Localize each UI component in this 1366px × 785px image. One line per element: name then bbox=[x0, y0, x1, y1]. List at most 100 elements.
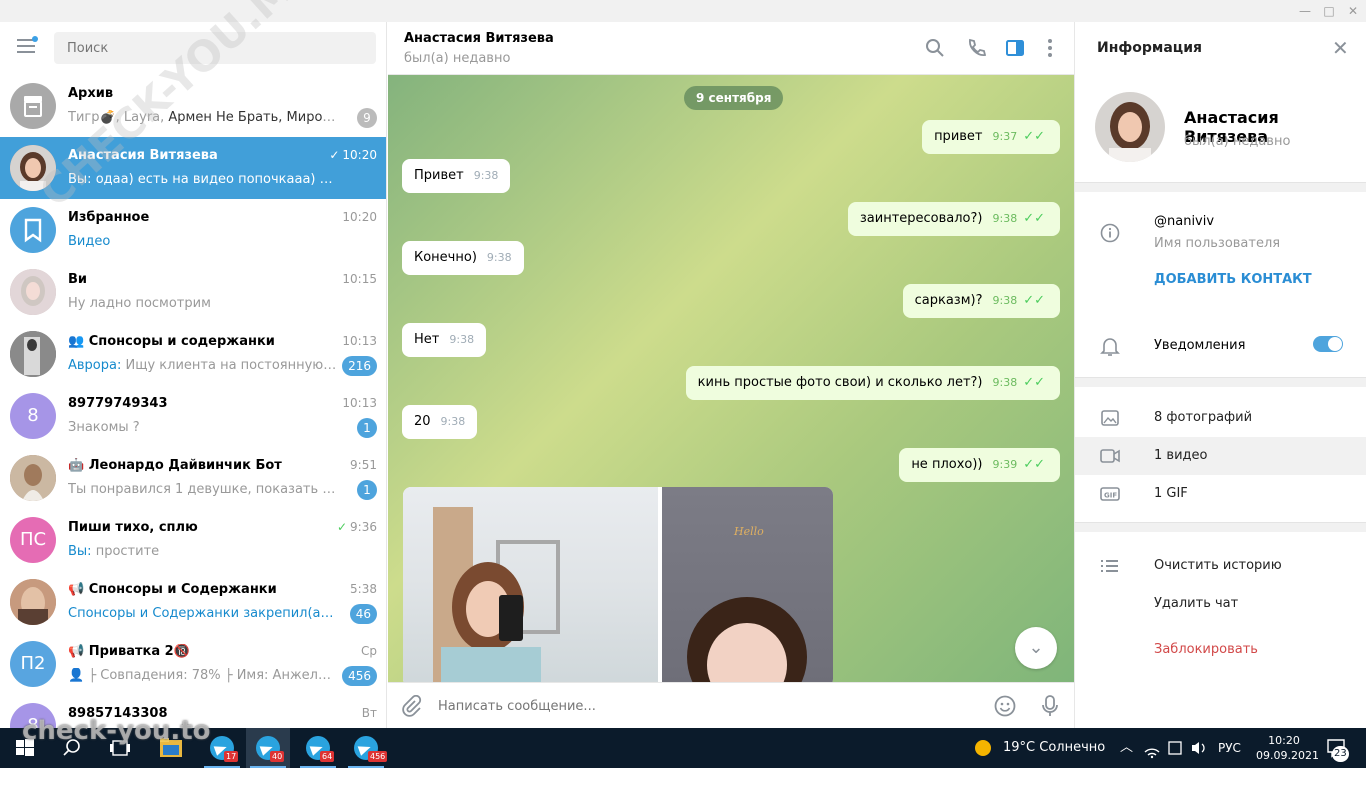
bot-icon: 🤖 bbox=[68, 458, 89, 473]
chat-item-pishi-tiho[interactable]: ПС Пиши тихо, сплю ✓ 9:36 Вы: простите bbox=[0, 509, 386, 571]
close-icon[interactable]: ✕ bbox=[1332, 36, 1349, 60]
message-incoming[interactable]: Конечно) 9:38 bbox=[402, 241, 524, 275]
chat-name: 🤖 Леонардо Дайвинчик Бот bbox=[68, 458, 282, 473]
message-incoming[interactable]: 20 9:38 bbox=[402, 405, 478, 439]
chat-name: 89779749343 bbox=[68, 396, 168, 411]
more-options-icon[interactable] bbox=[1040, 38, 1060, 58]
composer bbox=[388, 682, 1074, 728]
chat-title[interactable]: Анастасия Витязева bbox=[404, 31, 554, 46]
archive-icon bbox=[10, 83, 56, 129]
videos-row[interactable]: 1 видео bbox=[1075, 437, 1366, 475]
username[interactable]: @naniviv bbox=[1154, 214, 1214, 229]
chat-time: 9:51 bbox=[350, 458, 377, 472]
taskbar-badge: 17 bbox=[224, 751, 239, 762]
unread-badge: 216 bbox=[342, 356, 377, 376]
double-check-icon: ✓✓ bbox=[1023, 129, 1045, 144]
minimize-button[interactable]: — bbox=[1292, 0, 1318, 22]
chat-item-privatka-2[interactable]: П2 📢 Приватка 2🔞 Ср 👤 ├ Совпадения: 78% … bbox=[0, 633, 386, 695]
unread-badge: 456 bbox=[342, 666, 377, 686]
chat-item-89779749343[interactable]: 8 89779749343 10:13 Знакомы ? 1 bbox=[0, 385, 386, 447]
task-view-icon[interactable] bbox=[110, 728, 130, 768]
list-icon bbox=[1100, 557, 1120, 575]
telegram-taskbar-app[interactable]: 17 bbox=[200, 728, 244, 768]
chat-preview: Спонсоры и Содержанки закрепил(а) видео bbox=[68, 606, 338, 621]
avatar: 8 bbox=[10, 703, 56, 728]
chat-messages-area[interactable]: 9 сентября привет 9:37 ✓✓ Привет 9:38 заинт… bbox=[388, 75, 1074, 682]
battery-icon[interactable] bbox=[1168, 728, 1182, 768]
clock[interactable]: 10:20 09.09.2021 bbox=[1256, 728, 1319, 768]
menu-icon[interactable] bbox=[17, 36, 38, 53]
volume-icon[interactable] bbox=[1191, 728, 1207, 768]
emoji-icon[interactable] bbox=[994, 695, 1016, 721]
chat-item-vi[interactable]: Ви 10:15 Ну ладно посмотрим bbox=[0, 261, 386, 323]
videos-label: 1 видео bbox=[1154, 448, 1208, 463]
search-input[interactable] bbox=[54, 32, 376, 64]
maximize-button[interactable]: □ bbox=[1316, 0, 1342, 22]
avatar bbox=[10, 579, 56, 625]
chat-time: 10:13 bbox=[342, 334, 377, 348]
delete-chat-row[interactable]: Удалить чат bbox=[1075, 585, 1366, 623]
message-incoming[interactable]: Привет 9:38 bbox=[402, 159, 511, 193]
chat-time: 10:15 bbox=[342, 272, 377, 286]
clear-history-row[interactable]: Очистить историю bbox=[1075, 547, 1366, 585]
chat-item-89857143308[interactable]: 8 89857143308 Вт bbox=[0, 695, 386, 728]
network-icon[interactable] bbox=[1144, 728, 1160, 768]
message-outgoing[interactable]: привет 9:37 ✓✓ bbox=[922, 120, 1060, 154]
search-icon[interactable] bbox=[925, 38, 945, 58]
group-icon: 👥 bbox=[68, 334, 89, 349]
profile-status: был(а) недавно bbox=[1184, 134, 1291, 149]
photo-album[interactable]: Hello bbox=[403, 487, 833, 682]
gifs-row[interactable]: GIF 1 GIF bbox=[1075, 475, 1366, 513]
language-indicator[interactable]: РУС bbox=[1218, 728, 1241, 768]
message-outgoing[interactable]: кинь простые фото свои) и сколько лет?) 9… bbox=[685, 366, 1060, 400]
microphone-icon[interactable] bbox=[1040, 694, 1060, 722]
message-incoming[interactable]: Нет 9:38 bbox=[402, 323, 487, 357]
chat-preview: Знакомы ? bbox=[68, 420, 140, 435]
block-user-row[interactable]: Заблокировать bbox=[1075, 631, 1366, 669]
divider bbox=[1075, 182, 1366, 192]
chat-item-archive[interactable]: Архив Тигр💣, Layra, Армен Не Брать, Миро… bbox=[0, 75, 386, 137]
double-check-icon: ✓✓ bbox=[1023, 457, 1045, 472]
message-input[interactable] bbox=[438, 693, 978, 719]
telegram-taskbar-app[interactable]: 64 bbox=[296, 728, 340, 768]
block-label: Заблокировать bbox=[1154, 642, 1258, 657]
message-outgoing[interactable]: заинтересовало?) 9:38 ✓✓ bbox=[847, 202, 1060, 236]
read-check-icon: ✓ bbox=[329, 148, 340, 162]
chat-item-anastasia[interactable]: Анастасия Витязева ✓ 10:20 Вы: одаа) есть… bbox=[0, 137, 386, 199]
info-panel: Информация ✕ Анастасия Витязева был(а) н… bbox=[1074, 22, 1366, 728]
scroll-down-button[interactable]: ⌄ bbox=[1015, 627, 1057, 669]
attach-icon[interactable] bbox=[400, 694, 422, 721]
close-window-button[interactable]: ✕ bbox=[1340, 0, 1366, 22]
telegram-taskbar-app[interactable]: 456 bbox=[344, 728, 388, 768]
chat-item-leonardo-bot[interactable]: 🤖 Леонардо Дайвинчик Бот 9:51 Ты понрави… bbox=[0, 447, 386, 509]
chat-item-sponsors-group[interactable]: 👥 Спонсоры и содержанки 10:13 Аврора: Ищ… bbox=[0, 323, 386, 385]
chevron-up-icon[interactable]: ︿ bbox=[1120, 728, 1133, 768]
windows-start-icon[interactable] bbox=[16, 728, 34, 768]
search-icon[interactable] bbox=[63, 728, 81, 768]
chat-name: Анастасия Витязева bbox=[68, 148, 218, 163]
sidebar-toggle-icon[interactable] bbox=[1005, 38, 1025, 58]
add-contact-button[interactable]: ДОБАВИТЬ КОНТАКТ bbox=[1154, 272, 1312, 287]
message-outgoing[interactable]: сарказм)? 9:38 ✓✓ bbox=[902, 284, 1060, 318]
chat-preview: Ну ладно посмотрим bbox=[68, 296, 211, 311]
photos-row[interactable]: 8 фотографий bbox=[1075, 399, 1366, 437]
photo-thumbnail[interactable]: Hello bbox=[662, 487, 833, 682]
phone-icon[interactable] bbox=[966, 38, 987, 58]
notifications-toggle[interactable] bbox=[1313, 336, 1343, 352]
chat-item-sponsors-channel[interactable]: 📢 Спонсоры и Содержанки 5:38 Спонсоры и … bbox=[0, 571, 386, 633]
double-check-icon: ✓✓ bbox=[1023, 375, 1045, 390]
message-outgoing[interactable]: не плохо)) 9:39 ✓✓ bbox=[899, 448, 1060, 482]
notification-center-icon[interactable]: 23 bbox=[1326, 728, 1349, 768]
profile-avatar[interactable] bbox=[1095, 92, 1165, 162]
sun-icon[interactable] bbox=[974, 728, 992, 768]
file-explorer-icon[interactable] bbox=[159, 728, 183, 768]
delete-chat-label: Удалить чат bbox=[1154, 596, 1239, 611]
chat-item-saved[interactable]: Избранное 10:20 Видео bbox=[0, 199, 386, 261]
avatar: 8 bbox=[10, 393, 56, 439]
weather-text[interactable]: 19°C Солнечно bbox=[1003, 728, 1105, 768]
window-titlebar: — □ ✕ bbox=[0, 0, 1366, 22]
chat-preview: Вы: одаа) есть на видео попочкааа) и все bbox=[68, 172, 338, 187]
telegram-taskbar-app-active[interactable]: 40 bbox=[246, 728, 290, 768]
notification-count: 23 bbox=[1332, 746, 1349, 762]
photo-thumbnail[interactable] bbox=[403, 487, 658, 682]
